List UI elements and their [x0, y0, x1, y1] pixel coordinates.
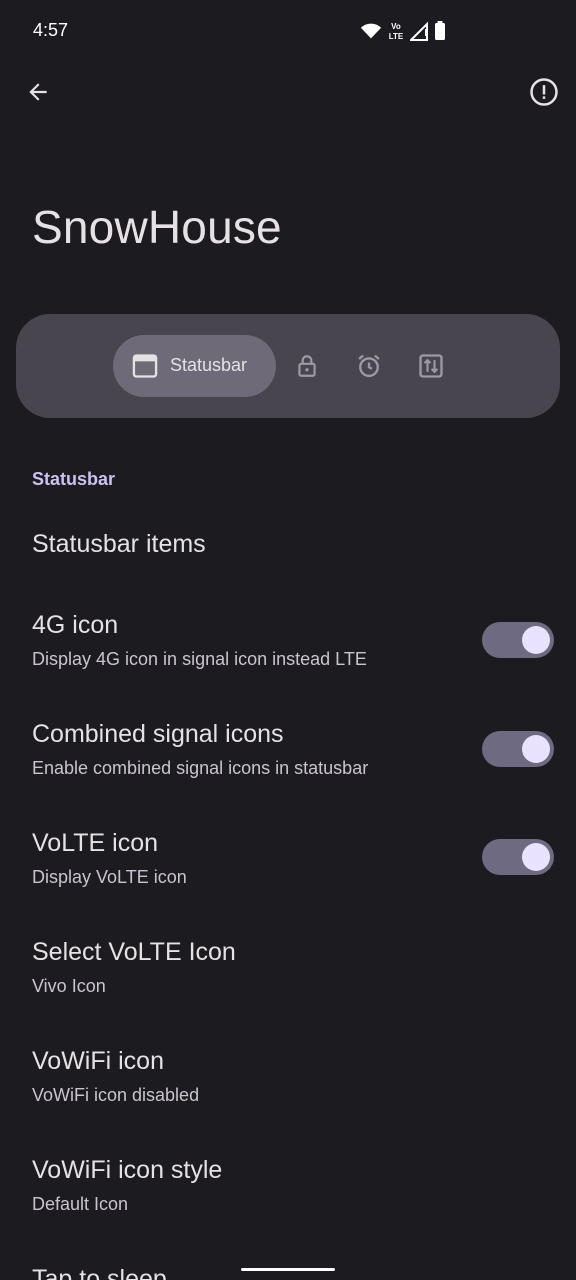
- info-icon: [530, 78, 558, 106]
- pref-summary: Display 4G icon in signal icon instead L…: [32, 649, 367, 669]
- pref-title: VoWiFi icon: [32, 1047, 164, 1075]
- pref-summary: VoWiFi icon disabled: [32, 1085, 200, 1105]
- wifi-icon: [360, 23, 382, 39]
- back-button[interactable]: [16, 70, 60, 114]
- toggle-volte-icon[interactable]: [482, 839, 554, 875]
- pref-vowifi-icon-style[interactable]: VoWiFi icon style Default Icon: [0, 1145, 576, 1245]
- pref-summary: Display VoLTE icon: [32, 867, 187, 887]
- pref-summary: Default Icon: [32, 1194, 129, 1214]
- arrow-back-icon: [29, 83, 47, 101]
- pref-summary: Vivo Icon: [32, 976, 106, 996]
- toggle-thumb: [522, 626, 550, 654]
- pref-volte-icon[interactable]: VoLTE icon Display VoLTE icon: [0, 818, 576, 918]
- tab-label: Statusbar: [170, 355, 248, 375]
- pref-statusbar-items[interactable]: Statusbar items: [0, 520, 576, 600]
- tab-lockscreen[interactable]: [286, 345, 328, 387]
- info-button[interactable]: [522, 70, 566, 114]
- signal-icon: [410, 21, 428, 41]
- home-indicator[interactable]: [241, 1268, 335, 1271]
- pref-summary: Enable combined signal icons in statusba…: [32, 758, 369, 778]
- tab-bar: Statusbar: [16, 314, 560, 418]
- status-time: 4:57: [33, 20, 69, 40]
- pref-combined-signal-icons[interactable]: Combined signal icons Enable combined si…: [0, 709, 576, 809]
- lock-icon: [298, 355, 316, 377]
- toggle-combined-signal-icons[interactable]: [482, 731, 554, 767]
- quick-settings-icon: [419, 354, 443, 378]
- pref-title: 4G icon: [32, 611, 119, 639]
- volte-icon: Vo LTE: [389, 22, 404, 41]
- battery-icon: [435, 21, 445, 40]
- svg-text:LTE: LTE: [389, 32, 404, 41]
- pref-title: Statusbar items: [32, 530, 206, 558]
- toggle-4g-icon[interactable]: [482, 622, 554, 658]
- pref-title: VoLTE icon: [32, 829, 159, 857]
- pref-vowifi-icon[interactable]: VoWiFi icon VoWiFi icon disabled: [0, 1036, 576, 1136]
- pref-4g-icon[interactable]: 4G icon Display 4G icon in signal icon i…: [0, 600, 576, 700]
- pref-title: Tap to sleep: [32, 1265, 167, 1280]
- pref-tap-to-sleep[interactable]: Tap to sleep: [0, 1254, 576, 1280]
- toggle-thumb: [522, 735, 550, 763]
- clock-icon: [358, 354, 380, 378]
- pref-title: Combined signal icons: [32, 720, 284, 748]
- tab-statusbar[interactable]: Statusbar: [113, 335, 276, 397]
- pref-title: VoWiFi icon style: [32, 1156, 223, 1184]
- tab-quick-settings[interactable]: [410, 345, 452, 387]
- statusbar-icon: [132, 354, 158, 378]
- top-app-bar: [0, 60, 576, 120]
- status-icons: Vo LTE: [360, 20, 450, 44]
- page-title: SnowHouse: [32, 201, 282, 253]
- pref-title: Select VoLTE Icon: [32, 938, 236, 966]
- toggle-thumb: [522, 843, 550, 871]
- pref-select-volte-icon[interactable]: Select VoLTE Icon Vivo Icon: [0, 927, 576, 1027]
- status-bar: 4:57 Vo LTE: [0, 0, 576, 64]
- section-header: Statusbar: [32, 469, 116, 489]
- tab-clock[interactable]: [348, 345, 390, 387]
- svg-text:Vo: Vo: [391, 22, 401, 31]
